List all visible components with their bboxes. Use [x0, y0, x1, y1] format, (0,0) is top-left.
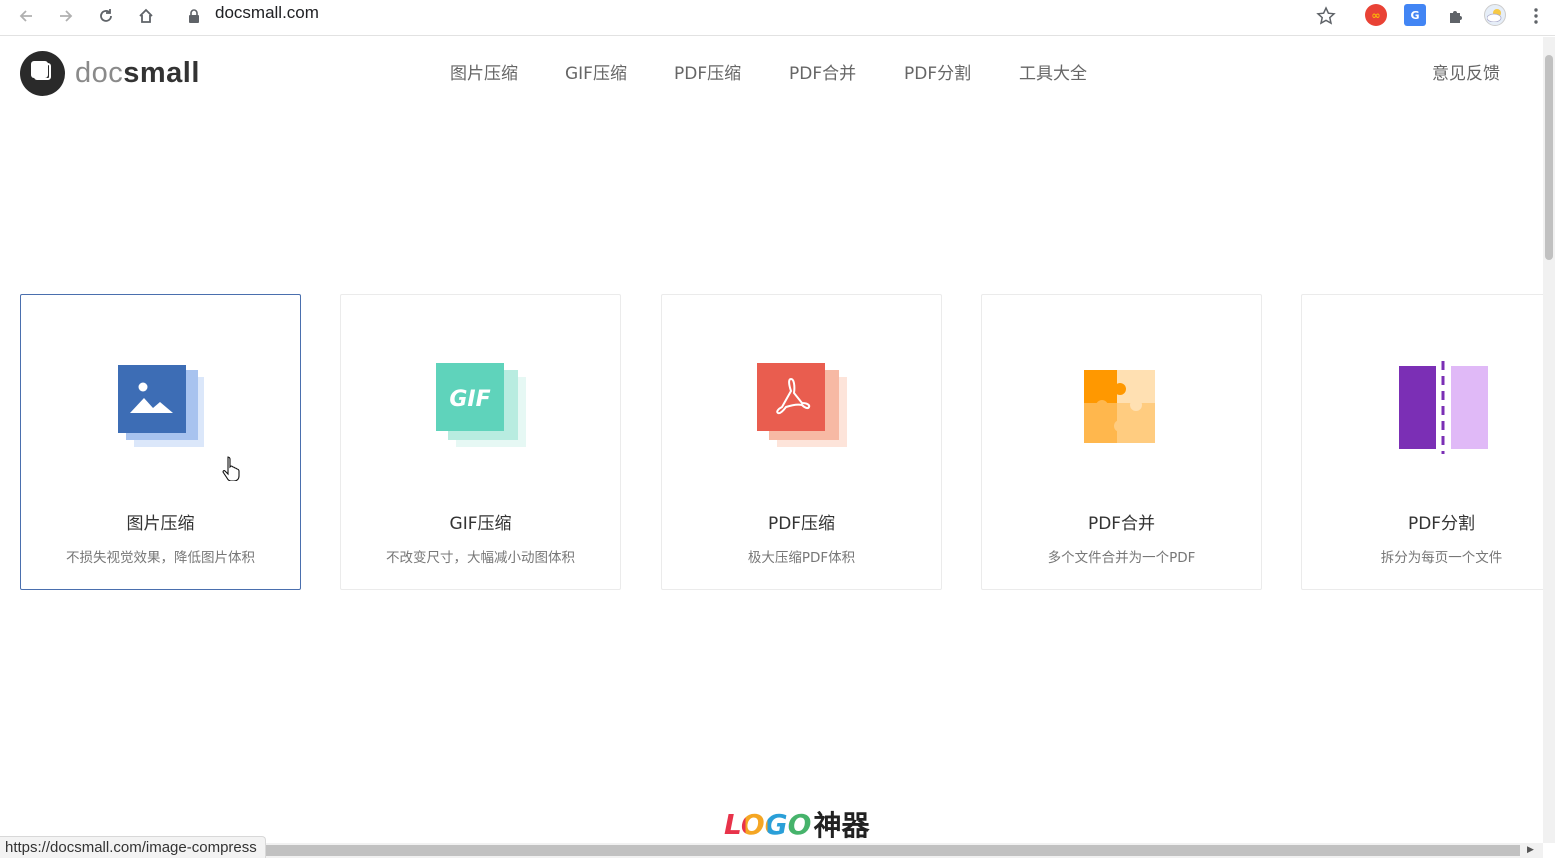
split-icon	[1397, 361, 1492, 456]
tool-cards: 图片压缩 不损失视觉效果，降低图片体积 GIF GIF压缩 不改变尺寸，大幅减小…	[20, 294, 1543, 590]
extensions-puzzle-icon[interactable]	[1444, 4, 1468, 28]
logo-mark-icon	[20, 51, 65, 96]
logo-text: docsmall	[75, 57, 200, 89]
back-icon[interactable]	[14, 4, 38, 28]
card-title: PDF压缩	[767, 514, 836, 534]
nav-gif-compress[interactable]: GIF压缩	[565, 59, 627, 84]
site-header: docsmall 图片压缩 GIF压缩 PDF压缩 PDF合并 PDF分割 工具…	[0, 37, 1543, 113]
nav-pdf-merge[interactable]: PDF合并	[789, 59, 856, 84]
vertical-scroll-thumb[interactable]	[1545, 55, 1553, 260]
puzzle-icon	[1077, 361, 1172, 456]
address-bar[interactable]: docsmall.com	[215, 3, 319, 23]
vertical-scrollbar[interactable]	[1543, 37, 1555, 843]
forward-icon[interactable]	[54, 4, 78, 28]
status-url-bubble: https://docsmall.com/image-compress	[0, 836, 266, 858]
home-icon[interactable]	[134, 4, 158, 28]
card-image-compress[interactable]: 图片压缩 不损失视觉效果，降低图片体积	[20, 294, 301, 590]
card-desc: 多个文件合并为一个PDF	[1047, 550, 1196, 566]
site-logo[interactable]: docsmall	[20, 51, 200, 96]
card-title: 图片压缩	[126, 514, 195, 534]
card-title: PDF分割	[1407, 514, 1476, 534]
card-gif-compress[interactable]: GIF GIF压缩 不改变尺寸，大幅减小动图体积	[340, 294, 621, 590]
menu-kebab-icon[interactable]	[1524, 4, 1548, 28]
card-pdf-compress[interactable]: PDF压缩 极大压缩PDF体积	[661, 294, 942, 590]
browser-toolbar: docsmall.com ∞ G	[0, 0, 1555, 36]
translate-icon[interactable]: G	[1404, 4, 1426, 26]
image-compress-icon	[116, 361, 211, 456]
card-desc: 极大压缩PDF体积	[747, 550, 856, 566]
card-desc: 不损失视觉效果，降低图片体积	[66, 550, 255, 566]
reload-icon[interactable]	[94, 4, 118, 28]
card-pdf-split[interactable]: PDF分割 拆分为每页一个文件	[1301, 294, 1543, 590]
card-title: PDF合并	[1087, 514, 1156, 534]
card-desc: 不改变尺寸，大幅减小动图体积	[386, 550, 575, 566]
profile-avatar-icon[interactable]	[1484, 4, 1506, 26]
pdf-compress-icon	[757, 361, 852, 456]
extension-infinity-icon[interactable]: ∞	[1365, 4, 1387, 26]
gif-compress-icon: GIF	[436, 361, 531, 456]
nav-all-tools[interactable]: 工具大全	[1019, 59, 1087, 84]
bookmark-star-icon[interactable]	[1314, 4, 1338, 28]
nav-pdf-compress[interactable]: PDF压缩	[674, 59, 741, 84]
card-pdf-merge[interactable]: PDF合并 多个文件合并为一个PDF	[981, 294, 1262, 590]
lock-icon[interactable]	[188, 8, 200, 23]
svg-text:GIF: GIF	[449, 387, 490, 412]
logo-watermark: LOGO 神器	[724, 807, 870, 843]
nav-image-compress[interactable]: 图片压缩	[450, 59, 518, 84]
nav-pdf-split[interactable]: PDF分割	[904, 59, 971, 84]
hand-cursor-icon	[222, 455, 242, 482]
feedback-link[interactable]: 意见反馈	[1432, 59, 1500, 84]
card-desc: 拆分为每页一个文件	[1380, 550, 1503, 566]
scroll-right-icon[interactable]: ▶	[1527, 845, 1534, 855]
card-title: GIF压缩	[449, 514, 512, 534]
